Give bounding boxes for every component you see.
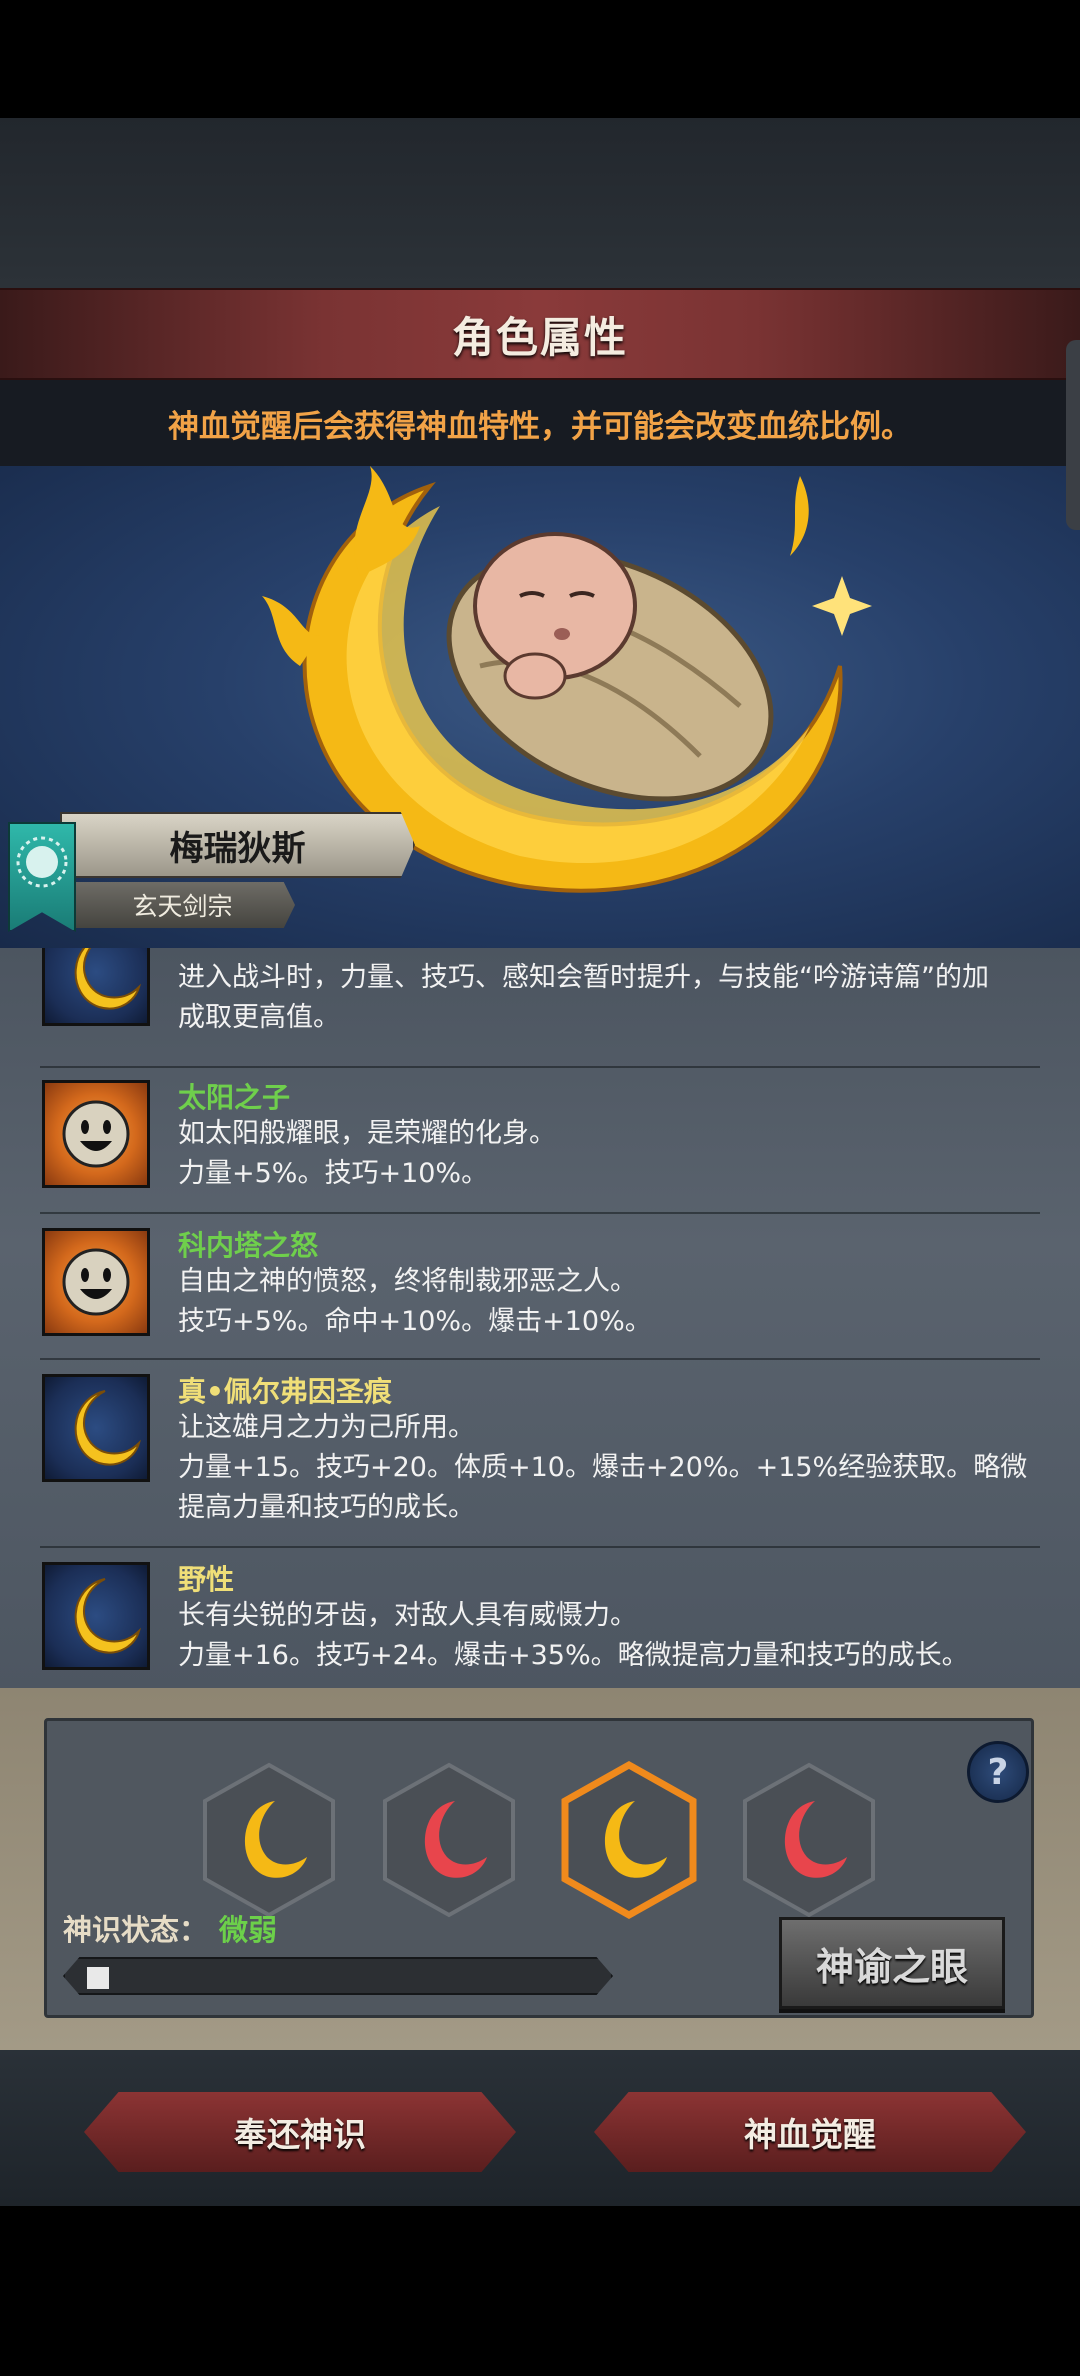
page-title: 角色属性: [451, 312, 628, 362]
notice-bar: 神血觉醒后会获得神血特性，并可能会改变血统比例。: [0, 380, 1080, 466]
moon-icon: [42, 948, 150, 1026]
divider: [40, 1546, 1040, 1548]
trait-effect: 提高力量和技巧的成长。: [178, 1492, 475, 1523]
bloodline-slot-1[interactable]: [199, 1761, 339, 1919]
awaken-button[interactable]: 神血觉醒: [594, 2092, 1026, 2172]
divine-sense-label: 神识状态：: [63, 1913, 209, 1947]
title-bar: 角色属性: [0, 288, 1080, 380]
bloodline-panel-inner: ? 神识状态： 微弱 神谕之眼: [44, 1718, 1034, 2018]
trait-name: 真•佩尔弗因圣痕: [178, 1375, 392, 1408]
bloodline-slot-4[interactable]: [739, 1761, 879, 1919]
sun-face-icon: [42, 1228, 150, 1336]
character-nameplate: 梅瑞狄斯 玄天剑宗: [0, 812, 430, 938]
notice-text: 神血觉醒后会获得神血特性，并可能会改变血统比例。: [168, 408, 912, 445]
bottom-actions: 奉还神识 神血觉醒: [0, 2050, 1080, 2206]
nav-bar-area: [0, 2206, 1080, 2376]
header-band: [0, 118, 1080, 288]
trait-desc: 进入战斗时，力量、技巧、感知会暂时提升，与技能“吟游诗篇”的加: [178, 962, 989, 993]
character-sect: 玄天剑宗: [132, 892, 233, 921]
oracle-eye-label: 神谕之眼: [815, 1944, 968, 1989]
character-name: 梅瑞狄斯: [169, 828, 306, 869]
side-panel-handle[interactable]: [1066, 340, 1080, 530]
trait-desc: 如太阳般耀眼，是荣耀的化身。: [178, 1118, 556, 1149]
trait-desc: 成取更高值。: [178, 1002, 340, 1033]
trait-effect: 技巧+5%。命中+10%。爆击+10%。: [178, 1306, 652, 1337]
sect-banner: 玄天剑宗: [70, 882, 295, 928]
divine-sense-progress-bar: [63, 1957, 613, 1995]
sun-face-icon: [42, 1080, 150, 1188]
oracle-eye-button[interactable]: 神谕之眼: [779, 1917, 1005, 2009]
trait-desc: 长有尖锐的牙齿，对敌人具有威慑力。: [178, 1600, 637, 1631]
moon-icon: [42, 1562, 150, 1670]
trait-list[interactable]: 进入战斗时，力量、技巧、感知会暂时提升，与技能“吟游诗篇”的加 成取更高值。 太…: [0, 948, 1080, 1688]
trait-name: 太阳之子: [178, 1081, 291, 1114]
name-banner: 梅瑞狄斯: [60, 812, 415, 878]
bloodline-slot-2[interactable]: [379, 1761, 519, 1919]
bloodline-panel: ? 神识状态： 微弱 神谕之眼: [0, 1688, 1080, 2050]
status-bar-area: [0, 0, 1080, 118]
divine-sense-value: 微弱: [219, 1913, 278, 1947]
progress-fill: [87, 1967, 109, 1989]
moon-icon: [42, 1374, 150, 1482]
divider: [40, 1066, 1040, 1068]
help-button[interactable]: ?: [967, 1741, 1029, 1803]
trait-desc: 自由之神的愤怒，终将制裁邪恶之人。: [178, 1266, 637, 1297]
divider: [40, 1358, 1040, 1360]
trait-desc: 让这雄月之力为己所用。: [178, 1412, 475, 1443]
sect-emblem-icon: [8, 822, 76, 932]
trait-effect: 力量+5%。技巧+10%。: [178, 1158, 489, 1189]
sun-emblem-icon: [16, 836, 68, 888]
trait-name: 科内塔之怒: [178, 1229, 319, 1262]
help-icon: ?: [987, 1751, 1009, 1793]
trait-name: 野性: [178, 1563, 235, 1596]
trait-effect: 力量+16。技巧+24。爆击+35%。略微提高力量和技巧的成长。: [178, 1640, 969, 1671]
return-sense-button[interactable]: 奉还神识: [84, 2092, 516, 2172]
awaken-label: 神血觉醒: [744, 2115, 876, 2154]
return-sense-label: 奉还神识: [234, 2115, 366, 2154]
divider: [40, 1212, 1040, 1214]
bloodline-slot-3-selected[interactable]: [559, 1760, 699, 1920]
trait-effect: 力量+15。技巧+20。体质+10。爆击+20%。+15%经验获取。略微: [178, 1452, 1028, 1483]
